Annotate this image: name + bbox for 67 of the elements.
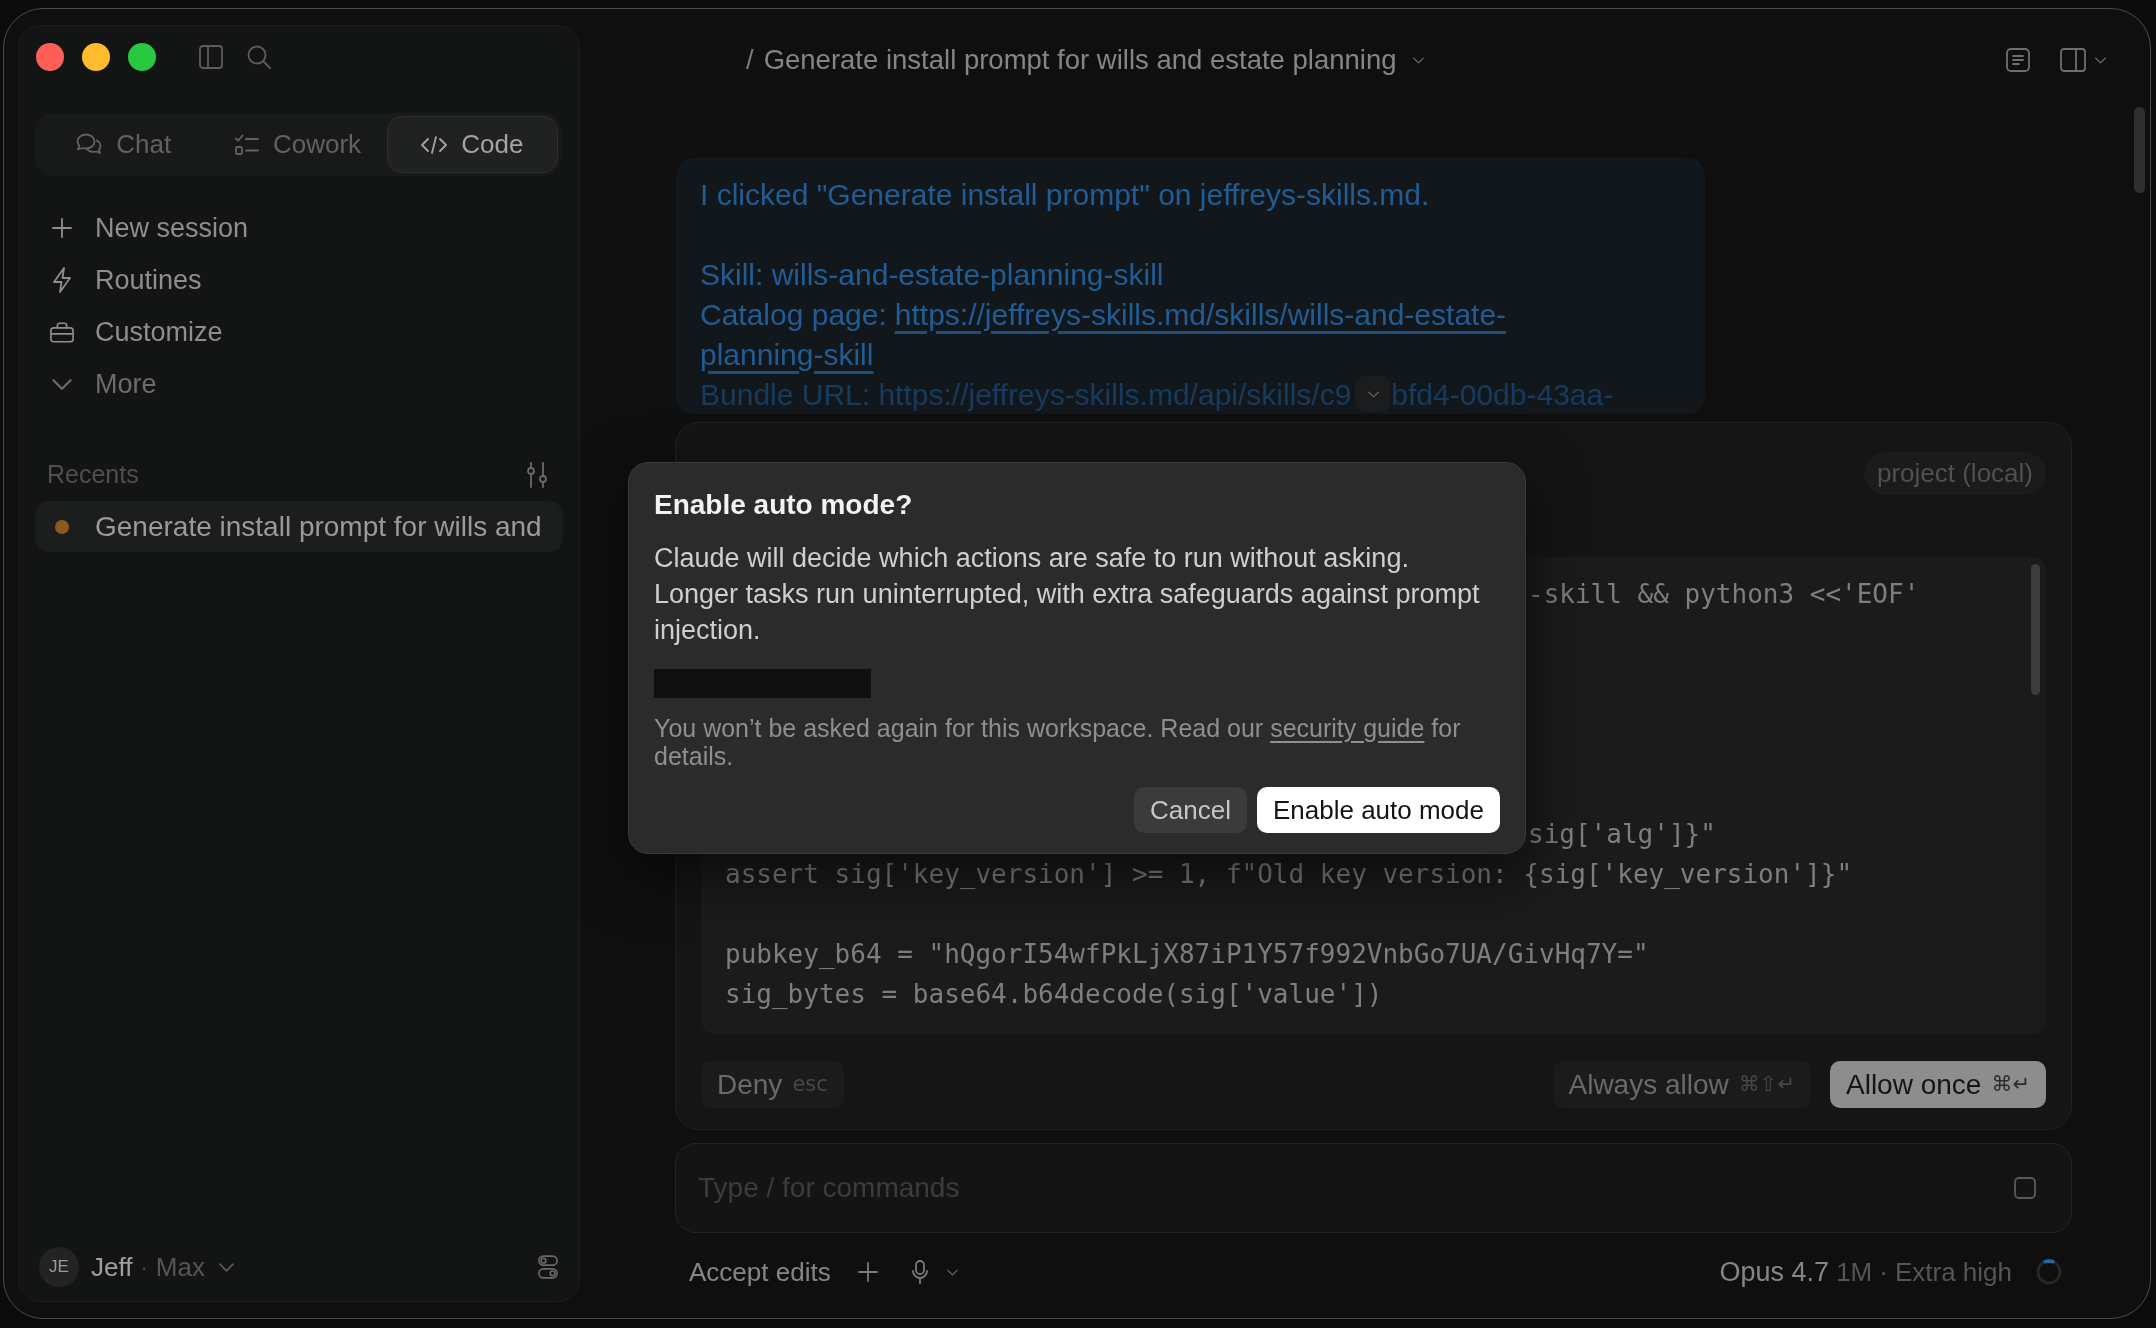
security-guide-link[interactable]: security guide bbox=[1270, 714, 1425, 742]
mode-tab[interactable]: Cowork bbox=[212, 116, 384, 173]
window-minimize-icon[interactable] bbox=[82, 42, 110, 71]
breadcrumb-separator: / bbox=[746, 43, 754, 78]
user-avatar[interactable]: JE bbox=[39, 1247, 79, 1287]
scrollbar-thumb[interactable] bbox=[2031, 564, 2040, 695]
nav-item[interactable]: Routines bbox=[35, 254, 563, 306]
context-size: 1M bbox=[1836, 1255, 1873, 1289]
chevron-down-icon[interactable] bbox=[946, 1268, 958, 1276]
stop-square-icon[interactable] bbox=[2014, 1177, 2036, 1199]
chevron-down-icon[interactable] bbox=[2095, 56, 2106, 64]
chat-bubbles-icon bbox=[76, 132, 103, 157]
shortcut-hint: ⌘↵ bbox=[1991, 1070, 2030, 1098]
recent-session[interactable]: Generate install prompt for wills and bbox=[35, 501, 563, 552]
message-text: Skill: wills-and-estate-planning-skill bbox=[700, 256, 1164, 293]
checklist-icon bbox=[234, 133, 259, 156]
loading-spinner-icon bbox=[2036, 1259, 2062, 1285]
shortcut-hint: ⌘⇧↵ bbox=[1738, 1070, 1795, 1098]
message-text: I clicked "Generate install prompt" on jeffreys-skills.md. bbox=[700, 176, 1430, 213]
message-text: bfd4-00db-43aa- bbox=[1391, 376, 1614, 413]
dialog-title: Enable auto mode? bbox=[654, 488, 913, 522]
dialog-button[interactable]: Cancel bbox=[1134, 787, 1247, 833]
mode-tab[interactable]: Code bbox=[386, 116, 558, 173]
dialog-text: Longer tasks run uninterrupted, with extra safeguards against prompt injection. bbox=[654, 578, 1481, 647]
nav-item[interactable]: New session bbox=[35, 202, 563, 254]
dialog-text: Claude will decide which actions are safe to run without asking. bbox=[654, 542, 1410, 575]
message-text: Catalog page: bbox=[700, 296, 887, 333]
code-line: sig['alg']}" bbox=[1528, 817, 1716, 851]
sliders-icon[interactable] bbox=[526, 462, 548, 488]
lightning-icon bbox=[52, 267, 72, 293]
search-icon[interactable] bbox=[247, 44, 271, 69]
dialog-note: You won’t be asked again for this workspace. Read our security guide for details. bbox=[654, 714, 1462, 770]
message-text: Bundle URL: https://jeffreys-skills.md/api/skills/c9 bbox=[700, 376, 1352, 413]
session-title[interactable]: Generate install prompt for wills and estate planning bbox=[763, 39, 1397, 81]
microphone-icon[interactable] bbox=[911, 1260, 928, 1284]
code-line: sig_bytes = base64.b64decode(sig['value']) bbox=[725, 977, 1383, 1011]
sidebar-toggle-icon[interactable] bbox=[199, 44, 223, 69]
scrollbar-thumb[interactable] bbox=[2134, 107, 2145, 193]
mode-tab[interactable]: Chat bbox=[38, 116, 210, 173]
panel-layout-icon[interactable] bbox=[2060, 48, 2086, 72]
window-close-icon[interactable] bbox=[36, 42, 64, 71]
plus-icon[interactable] bbox=[857, 1262, 878, 1282]
plan-label: Max bbox=[155, 1250, 205, 1284]
chevron-down-icon[interactable] bbox=[218, 1262, 234, 1272]
nav-item[interactable]: Customize bbox=[35, 306, 563, 358]
model-name[interactable]: Opus 4.7 bbox=[1719, 1251, 1830, 1293]
briefcase-icon bbox=[50, 321, 74, 343]
permission-action-button[interactable]: Allow once ⌘↵ bbox=[1830, 1061, 2046, 1108]
chevron-down-icon[interactable] bbox=[1412, 56, 1424, 64]
toggles-icon[interactable] bbox=[538, 1255, 558, 1279]
document-icon[interactable] bbox=[2006, 48, 2030, 72]
window-maximize-icon[interactable] bbox=[128, 42, 156, 71]
code-line: -skill && python3 <<'EOF' bbox=[1528, 577, 1920, 611]
permission-action-button[interactable]: Always allow ⌘⇧↵ bbox=[1552, 1061, 1811, 1108]
permission-mode-button[interactable]: Accept edits bbox=[689, 1252, 831, 1292]
code-line: pubkey_b64 = "hQgorI54wfPkLjX87iP1Y57f992VnbGo7UA/GivHq7Y=" bbox=[725, 937, 1649, 971]
nav-item[interactable]: More bbox=[35, 358, 563, 410]
chevron-down-icon bbox=[52, 378, 72, 390]
separator: · bbox=[1879, 1255, 1888, 1289]
dialog-button[interactable]: Enable auto mode bbox=[1256, 787, 1500, 833]
section-label: Recents bbox=[47, 459, 139, 491]
code-line: assert sig['key_version'] >= 1, f"Old key version: {sig['key_version']}" bbox=[725, 857, 1853, 891]
plus-icon[interactable] bbox=[52, 218, 72, 238]
separator: · bbox=[140, 1253, 148, 1282]
user-name[interactable]: Jeff bbox=[91, 1247, 133, 1287]
chevron-down-icon bbox=[1367, 390, 1379, 398]
code-brackets-icon bbox=[421, 135, 448, 154]
